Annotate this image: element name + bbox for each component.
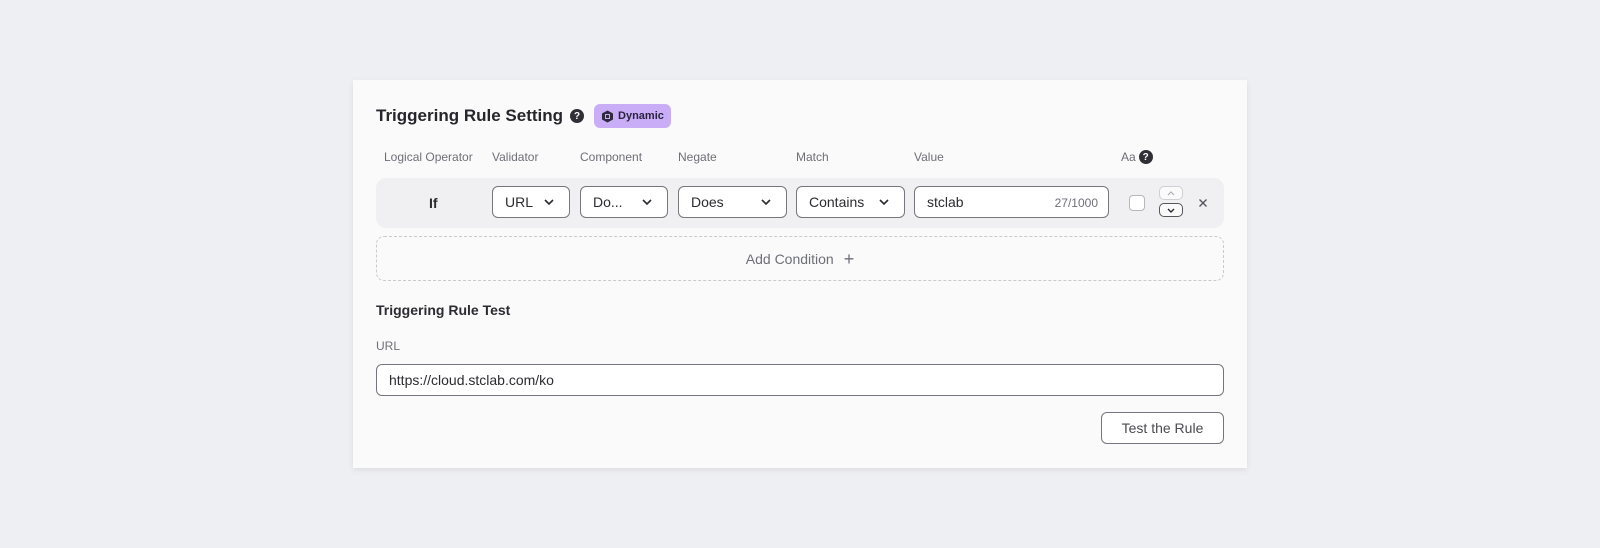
col-logical-operator: Logical Operator: [384, 150, 473, 164]
col-negate: Negate: [678, 150, 717, 164]
component-select[interactable]: Do...: [580, 186, 668, 218]
url-label: URL: [376, 339, 401, 353]
value-input[interactable]: stclab 27/1000: [914, 186, 1109, 218]
character-counter: 27/1000: [1054, 196, 1098, 210]
hexagon-icon: [601, 110, 614, 123]
col-case-sensitive: Aa ?: [1121, 150, 1153, 164]
negate-select[interactable]: Does: [678, 186, 787, 218]
col-value: Value: [914, 150, 944, 164]
case-sensitive-checkbox[interactable]: [1129, 195, 1145, 211]
question-circle-icon[interactable]: ?: [570, 109, 585, 123]
chevron-down-icon: [761, 199, 771, 206]
add-condition-label: Add Condition: [745, 250, 834, 267]
col-component: Component: [580, 150, 643, 164]
condition-row: If URL Do... Does Contains stclab 27/100…: [376, 178, 1224, 228]
move-up-button[interactable]: [1159, 186, 1183, 200]
validator-select[interactable]: URL: [492, 186, 570, 218]
component-value: Do...: [593, 194, 623, 210]
validator-value: URL: [505, 194, 534, 210]
value-text: stclab: [927, 194, 964, 210]
card-header: Triggering Rule Setting ? Dynamic: [376, 104, 671, 128]
add-condition-button[interactable]: Add Condition +: [376, 236, 1224, 281]
logical-operator-label: If: [429, 195, 438, 211]
col-match: Match: [796, 150, 829, 164]
move-down-button[interactable]: [1159, 203, 1183, 217]
chevron-down-icon: [879, 199, 889, 206]
badge-label: Dynamic: [618, 110, 664, 122]
dynamic-badge: Dynamic: [594, 104, 671, 128]
page-title: Triggering Rule Setting: [376, 106, 564, 125]
test-rule-button[interactable]: Test the Rule: [1101, 412, 1224, 444]
close-icon[interactable]: [1197, 197, 1209, 209]
rule-test-title: Triggering Rule Test: [376, 302, 511, 318]
test-url-input[interactable]: https://cloud.stclab.com/ko: [376, 364, 1224, 396]
chevron-down-icon: [1167, 208, 1175, 213]
question-circle-icon[interactable]: ?: [1138, 150, 1153, 164]
negate-value: Does: [691, 194, 724, 210]
test-url-value: https://cloud.stclab.com/ko: [389, 372, 554, 388]
chevron-down-icon: [642, 199, 652, 206]
case-sensitive-label: Aa: [1121, 150, 1136, 164]
chevron-down-icon: [544, 199, 554, 206]
plus-icon: +: [843, 248, 855, 269]
chevron-up-icon: [1167, 190, 1175, 195]
match-value: Contains: [809, 194, 865, 210]
match-select[interactable]: Contains: [796, 186, 905, 218]
triggering-rule-card: Triggering Rule Setting ? Dynamic Logica…: [353, 80, 1247, 468]
col-validator: Validator: [492, 150, 539, 164]
